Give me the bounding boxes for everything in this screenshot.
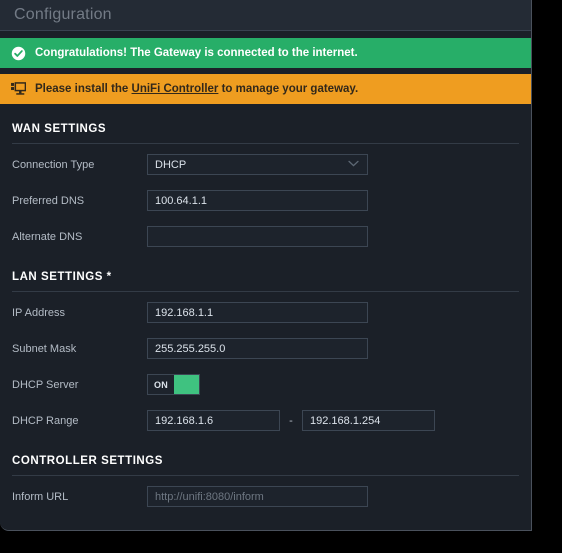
row-dhcp-range: DHCP Range 192.168.1.6 - 192.168.1.254 [12, 405, 519, 436]
window-shadow-bottom [527, 531, 562, 553]
section-controller-settings: CONTROLLER SETTINGS Inform URL http://un… [0, 436, 531, 512]
alternate-dns-label: Alternate DNS [12, 230, 83, 243]
dhcp-range-start-input[interactable]: 192.168.1.6 [147, 410, 280, 431]
ip-address-input[interactable]: 192.168.1.1 [147, 302, 368, 323]
ip-address-value: 192.168.1.1 [155, 306, 214, 319]
ip-address-label: IP Address [12, 306, 65, 319]
inform-url-placeholder: http://unifi:8080/inform [155, 490, 264, 503]
section-wan-settings: WAN SETTINGS Connection Type DHCP Prefer… [0, 104, 531, 252]
monitor-icon [11, 82, 26, 96]
window-shadow-under [0, 531, 532, 553]
controller-settings-title: CONTROLLER SETTINGS [12, 455, 164, 467]
subnet-mask-value: 255.255.255.0 [155, 342, 226, 355]
connection-type-label: Connection Type [12, 158, 95, 171]
warning-banner-text-before: Please install the [35, 83, 132, 95]
divider [12, 475, 519, 476]
warning-banner-text-after: to manage your gateway. [218, 83, 359, 95]
dhcp-server-toggle[interactable]: ON [147, 374, 200, 395]
dhcp-range-end-input[interactable]: 192.168.1.254 [302, 410, 435, 431]
preferred-dns-input[interactable]: 100.64.1.1 [147, 190, 368, 211]
check-circle-icon [11, 46, 26, 61]
dhcp-range-separator: - [289, 414, 293, 427]
subnet-mask-input[interactable]: 255.255.255.0 [147, 338, 368, 359]
dhcp-range-start-value: 192.168.1.6 [155, 414, 214, 427]
page-title: Configuration [14, 6, 112, 23]
chevron-down-icon [348, 160, 359, 169]
subnet-mask-label: Subnet Mask [12, 342, 77, 355]
success-banner: Congratulations! The Gateway is connecte… [0, 38, 531, 68]
toggle-knob [174, 375, 199, 394]
row-inform-url: Inform URL http://unifi:8080/inform [12, 481, 519, 512]
lan-settings-title: LAN SETTINGS * [12, 271, 112, 283]
divider [12, 291, 519, 292]
section-lan-settings: LAN SETTINGS * IP Address 192.168.1.1 Su… [0, 252, 531, 436]
row-dhcp-server: DHCP Server ON [12, 369, 519, 400]
window-titlebar: Configuration [0, 0, 531, 31]
connection-type-select[interactable]: DHCP [147, 154, 368, 175]
connection-type-value: DHCP [155, 158, 187, 171]
inform-url-label: Inform URL [12, 490, 69, 503]
warning-banner: Please install the UniFi Controller to m… [0, 74, 531, 104]
row-preferred-dns: Preferred DNS 100.64.1.1 [12, 185, 519, 216]
alternate-dns-input[interactable] [147, 226, 368, 247]
preferred-dns-value: 100.64.1.1 [155, 194, 207, 207]
row-connection-type: Connection Type DHCP [12, 149, 519, 180]
row-alternate-dns: Alternate DNS [12, 221, 519, 252]
window-shadow [532, 8, 562, 553]
preferred-dns-label: Preferred DNS [12, 194, 85, 207]
unifi-controller-link[interactable]: UniFi Controller [132, 83, 219, 95]
row-ip-address: IP Address 192.168.1.1 [12, 297, 519, 328]
warning-banner-text: Please install the UniFi Controller to m… [35, 83, 358, 95]
inform-url-input[interactable]: http://unifi:8080/inform [147, 486, 368, 507]
success-banner-text: Congratulations! The Gateway is connecte… [35, 47, 358, 59]
dhcp-range-end-value: 192.168.1.254 [310, 414, 381, 427]
screen: Configuration Congratulations! The Gatew… [0, 0, 562, 553]
wan-settings-title: WAN SETTINGS [12, 123, 107, 135]
divider [12, 143, 519, 144]
dhcp-server-label: DHCP Server [12, 378, 79, 391]
row-subnet-mask: Subnet Mask 255.255.255.0 [12, 333, 519, 364]
dhcp-range-label: DHCP Range [12, 414, 79, 427]
dhcp-server-toggle-label: ON [153, 379, 169, 390]
window-body: Congratulations! The Gateway is connecte… [0, 38, 531, 530]
window-shadow-topright [536, 0, 562, 10]
configuration-window: Configuration Congratulations! The Gatew… [0, 0, 532, 531]
